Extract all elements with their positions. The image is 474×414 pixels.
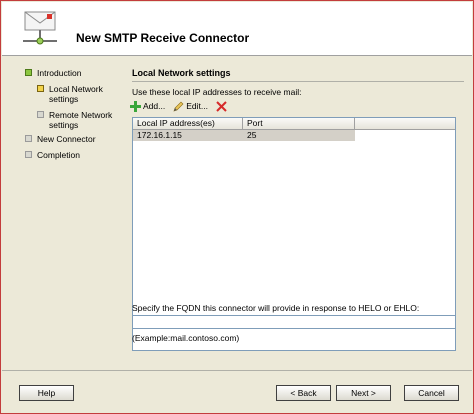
wizard-header: New SMTP Receive Connector	[2, 2, 472, 56]
edit-button[interactable]: Edit...	[173, 101, 208, 112]
nav-step-label: Introduction	[37, 68, 82, 78]
list-header: Local IP address(es) Port	[133, 118, 455, 130]
nav-step-completion[interactable]: Completion	[25, 150, 80, 160]
ip-cell: 172.16.1.15	[137, 130, 182, 140]
nav-step-new-connector[interactable]: New Connector	[25, 134, 96, 144]
footer-divider	[2, 370, 472, 371]
port-cell: 25	[247, 130, 257, 140]
nav-step-label: New Connector	[37, 134, 96, 144]
table-row[interactable]: 172.16.1.15 25	[133, 130, 355, 141]
step-pending-icon	[37, 111, 44, 118]
nav-step-local-network-settings[interactable]: Local Network settings	[37, 84, 115, 104]
column-header-port[interactable]: Port	[243, 118, 355, 130]
add-plus-icon	[130, 100, 141, 112]
step-pending-icon	[25, 151, 32, 158]
add-button-label: Add...	[143, 101, 166, 111]
section-title: Local Network settings	[132, 68, 231, 78]
step-current-icon	[37, 85, 44, 92]
wizard-window: New SMTP Receive Connector Introduction …	[0, 0, 474, 414]
nav-step-label: Completion	[37, 150, 80, 160]
wizard-steps-nav: Introduction Local Network settings Remo…	[2, 57, 124, 370]
wizard-title: New SMTP Receive Connector	[76, 31, 250, 45]
fqdn-example: (Example:mail.contoso.com)	[132, 333, 240, 343]
instruction-text: Use these local IP addresses to receive …	[132, 87, 302, 97]
nav-step-introduction[interactable]: Introduction	[25, 68, 81, 78]
edit-pencil-icon	[173, 101, 184, 111]
fqdn-label: Specify the FQDN this connector will pro…	[132, 303, 420, 313]
fqdn-input[interactable]	[132, 315, 456, 329]
help-button[interactable]: Help	[19, 385, 74, 401]
ip-toolbar: Add... Edit...	[130, 99, 237, 113]
delete-x-icon	[216, 100, 227, 112]
cancel-button[interactable]: Cancel	[404, 385, 459, 401]
wizard-content: Local Network settings Use these local I…	[125, 57, 473, 370]
delete-button[interactable]	[216, 100, 229, 112]
nav-step-label: Local Network settings	[49, 84, 103, 104]
step-pending-icon	[25, 135, 32, 142]
column-header-ip[interactable]: Local IP address(es)	[133, 118, 243, 130]
nav-step-label: Remote Network settings	[49, 110, 113, 130]
step-complete-icon	[25, 69, 32, 76]
smtp-connector-icon	[23, 11, 57, 45]
column-header-filler	[355, 118, 455, 130]
next-button[interactable]: Next >	[336, 385, 391, 401]
nav-step-remote-network-settings[interactable]: Remote Network settings	[37, 110, 119, 130]
back-button[interactable]: < Back	[276, 385, 331, 401]
section-divider	[132, 81, 464, 82]
add-button[interactable]: Add...	[130, 100, 166, 112]
edit-button-label: Edit...	[186, 101, 208, 111]
